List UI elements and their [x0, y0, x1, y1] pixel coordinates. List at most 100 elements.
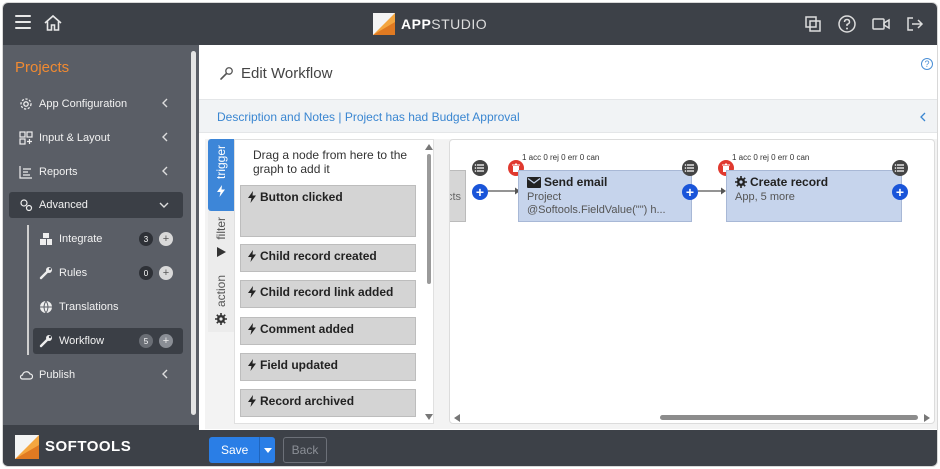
bolt-icon [248, 359, 256, 371]
node-stats: 1 acc 0 rej 0 err 0 can [522, 153, 600, 162]
gear-icon [735, 176, 747, 188]
sidebar-subitem-integrate[interactable]: Integrate 3 + [33, 226, 183, 252]
node-subtitle: App, 5 more [735, 191, 795, 203]
save-label: Save [221, 443, 249, 457]
help-button[interactable]: ? [921, 58, 933, 70]
cloud-icon [19, 368, 33, 382]
tab-action[interactable]: action [208, 269, 234, 332]
chevron-left-icon [162, 132, 168, 142]
scroll-down-icon[interactable] [425, 414, 433, 420]
chart-icon [19, 165, 33, 179]
count-badge: 0 [139, 266, 153, 280]
sidebar-item-label: Publish [39, 369, 76, 381]
node-child-record-created[interactable]: Child record created [240, 244, 416, 272]
graph-node-create-record[interactable]: Create record App, 5 more [726, 170, 902, 222]
bolt-icon [217, 185, 225, 198]
add-rule-button[interactable]: + [159, 266, 173, 280]
node-comment-added[interactable]: Comment added [240, 317, 416, 345]
graph-horizontal-scrollbar[interactable] [660, 415, 918, 420]
sidebar-subitem-label: Rules [59, 267, 88, 279]
sidebar-item-app-configuration[interactable]: App Configuration [9, 91, 183, 117]
node-subtitle: Project @Softools.FieldValue("") h... [527, 191, 666, 216]
workflow-editor: trigger filter action Drag a node from h… [205, 139, 937, 429]
tab-filter[interactable]: filter [208, 211, 234, 269]
sidebar-item-publish[interactable]: Publish [9, 362, 183, 388]
node-title: Send email [527, 175, 607, 189]
video-icon[interactable] [871, 14, 891, 34]
node-type-tabs: trigger filter action [208, 139, 234, 332]
sidebar-subitem-label: Workflow [59, 335, 105, 347]
wrench-icon [220, 66, 233, 80]
save-button[interactable]: Save [209, 437, 275, 463]
main-content: Edit Workflow ? Description and Notes | … [199, 45, 937, 430]
graph-node-partial[interactable]: cts [450, 170, 466, 222]
sidebar-footer: SOFTOOLS [3, 425, 199, 466]
sidebar-item-advanced[interactable]: Advanced [9, 192, 183, 218]
page-title: Edit Workflow [219, 65, 332, 82]
top-bar: APPSTUDIO [3, 3, 937, 45]
scroll-left-icon[interactable] [454, 414, 460, 422]
connector-arrow [698, 187, 726, 195]
play-icon [217, 246, 226, 257]
logout-icon[interactable] [905, 14, 925, 34]
bolt-icon [248, 286, 256, 298]
sidebar-subitem-rules[interactable]: Rules 0 + [33, 260, 183, 286]
node-label: Child record link added [260, 285, 394, 299]
node-title: Create record [735, 175, 828, 189]
bottom-bar: Save Back [199, 430, 937, 466]
workflow-graph[interactable]: cts + 1 acc 0 rej 0 err 0 can Send email [449, 139, 935, 424]
submenu-line [27, 225, 29, 355]
wrench-icon [39, 266, 53, 280]
gear-icon [215, 313, 227, 326]
app-logo: APPSTUDIO [373, 13, 487, 35]
add-integrate-button[interactable]: + [159, 232, 173, 246]
tab-trigger[interactable]: trigger [208, 139, 234, 211]
menu-icon[interactable] [15, 15, 31, 29]
node-label: Record archived [260, 394, 355, 408]
sidebar-item-input-layout[interactable]: Input & Layout [9, 125, 183, 151]
node-record-archived[interactable]: Record archived [240, 389, 416, 417]
scroll-up-icon[interactable] [425, 144, 433, 150]
sidebar-item-reports[interactable]: Reports [9, 159, 183, 185]
node-palette: Drag a node from here to the graph to ad… [234, 139, 434, 424]
sidebar-subitem-workflow[interactable]: Workflow 5 + [33, 328, 183, 354]
bolt-icon [248, 191, 256, 203]
list-icon[interactable] [682, 160, 698, 176]
add-node-button[interactable]: + [682, 184, 698, 200]
back-button[interactable]: Back [283, 437, 327, 463]
graph-node-send-email[interactable]: Send email Project @Softools.FieldValue(… [518, 170, 692, 222]
cubes-icon [39, 232, 53, 246]
sidebar-subitem-translations[interactable]: Translations [33, 294, 183, 320]
tab-label: filter [214, 217, 228, 240]
node-child-record-link-added[interactable]: Child record link added [240, 280, 416, 308]
add-workflow-button[interactable]: + [159, 334, 173, 348]
bolt-icon [248, 395, 256, 407]
palette-scrollbar[interactable] [427, 154, 431, 284]
globe-icon [39, 300, 53, 314]
chevron-left-icon[interactable] [919, 111, 927, 123]
node-label: Field updated [260, 358, 338, 372]
bolt-icon [248, 323, 256, 335]
app-brand: APPSTUDIO [401, 16, 488, 32]
layout-icon [19, 131, 33, 145]
node-field-updated[interactable]: Field updated [240, 353, 416, 381]
bolt-icon [248, 250, 256, 262]
help-icon[interactable] [837, 14, 857, 34]
add-node-button[interactable]: + [472, 184, 488, 200]
description-bar[interactable]: Description and Notes | Project has had … [199, 99, 937, 133]
add-node-button[interactable]: + [892, 184, 908, 200]
list-icon[interactable] [472, 160, 488, 176]
node-label: Button clicked [260, 190, 343, 204]
softools-logo-icon [15, 434, 39, 459]
caret-down-icon [263, 447, 272, 453]
list-icon[interactable] [892, 160, 908, 176]
home-icon[interactable] [43, 13, 63, 33]
app-window: APPSTUDIO Projects App Configuration Inp… [2, 2, 938, 467]
node-label: Comment added [260, 322, 355, 336]
scroll-right-icon[interactable] [924, 414, 930, 422]
node-button-clicked[interactable]: Button clicked [240, 185, 416, 237]
sidebar-scrollbar[interactable] [191, 51, 196, 415]
copy-icon[interactable] [803, 14, 823, 34]
description-text[interactable]: Description and Notes | Project has had … [217, 110, 520, 124]
save-dropdown-button[interactable] [259, 437, 275, 463]
